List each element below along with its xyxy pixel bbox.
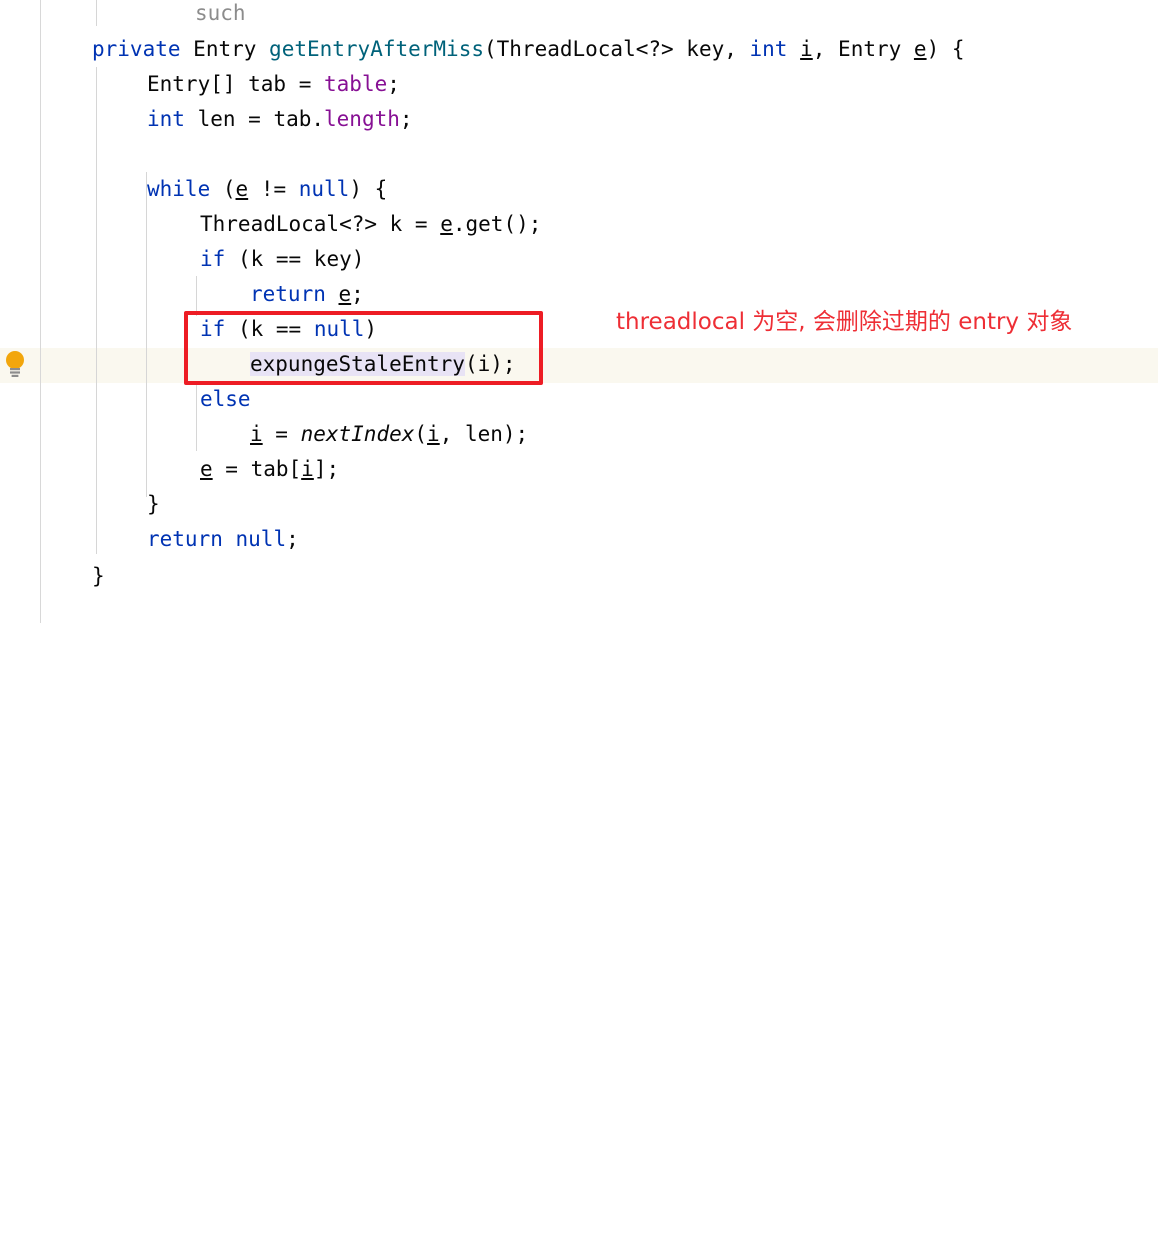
- code-line-current[interactable]: expungeStaleEntry(i);: [0, 347, 1158, 382]
- code-line[interactable]: int len = tab.length;: [0, 102, 1158, 137]
- method-name: getEntryAfterMiss: [269, 37, 484, 61]
- javadoc-tail: such: [195, 1, 246, 25]
- code-line[interactable]: }: [0, 559, 1158, 594]
- annotation-note: threadlocal 为空, 会删除过期的 entry 对象: [616, 309, 1073, 335]
- code-line[interactable]: }: [0, 487, 1158, 522]
- code-line[interactable]: Entry[] tab = table;: [0, 67, 1158, 102]
- code-line[interactable]: ThreadLocal<?> k = e.get();: [0, 207, 1158, 242]
- highlighted-identifier: expungeStaleEntry: [250, 352, 465, 376]
- code-line[interactable]: return null;: [0, 522, 1158, 557]
- code-line[interactable]: private Entry getEntryAfterMiss(ThreadLo…: [0, 32, 1158, 67]
- code-line[interactable]: such: [0, 0, 1158, 31]
- code-editor[interactable]: such private Entry getEntryAfterMiss(Thr…: [0, 0, 1158, 623]
- static-method-call: nextIndex: [300, 422, 415, 446]
- code-line[interactable]: i = nextIndex(i, len);: [0, 417, 1158, 452]
- code-line[interactable]: else: [0, 382, 1158, 417]
- code-line-blank[interactable]: [0, 137, 1158, 172]
- code-line[interactable]: if (k == key): [0, 242, 1158, 277]
- code-line[interactable]: while (e != null) {: [0, 172, 1158, 207]
- code-line[interactable]: e = tab[i];: [0, 452, 1158, 487]
